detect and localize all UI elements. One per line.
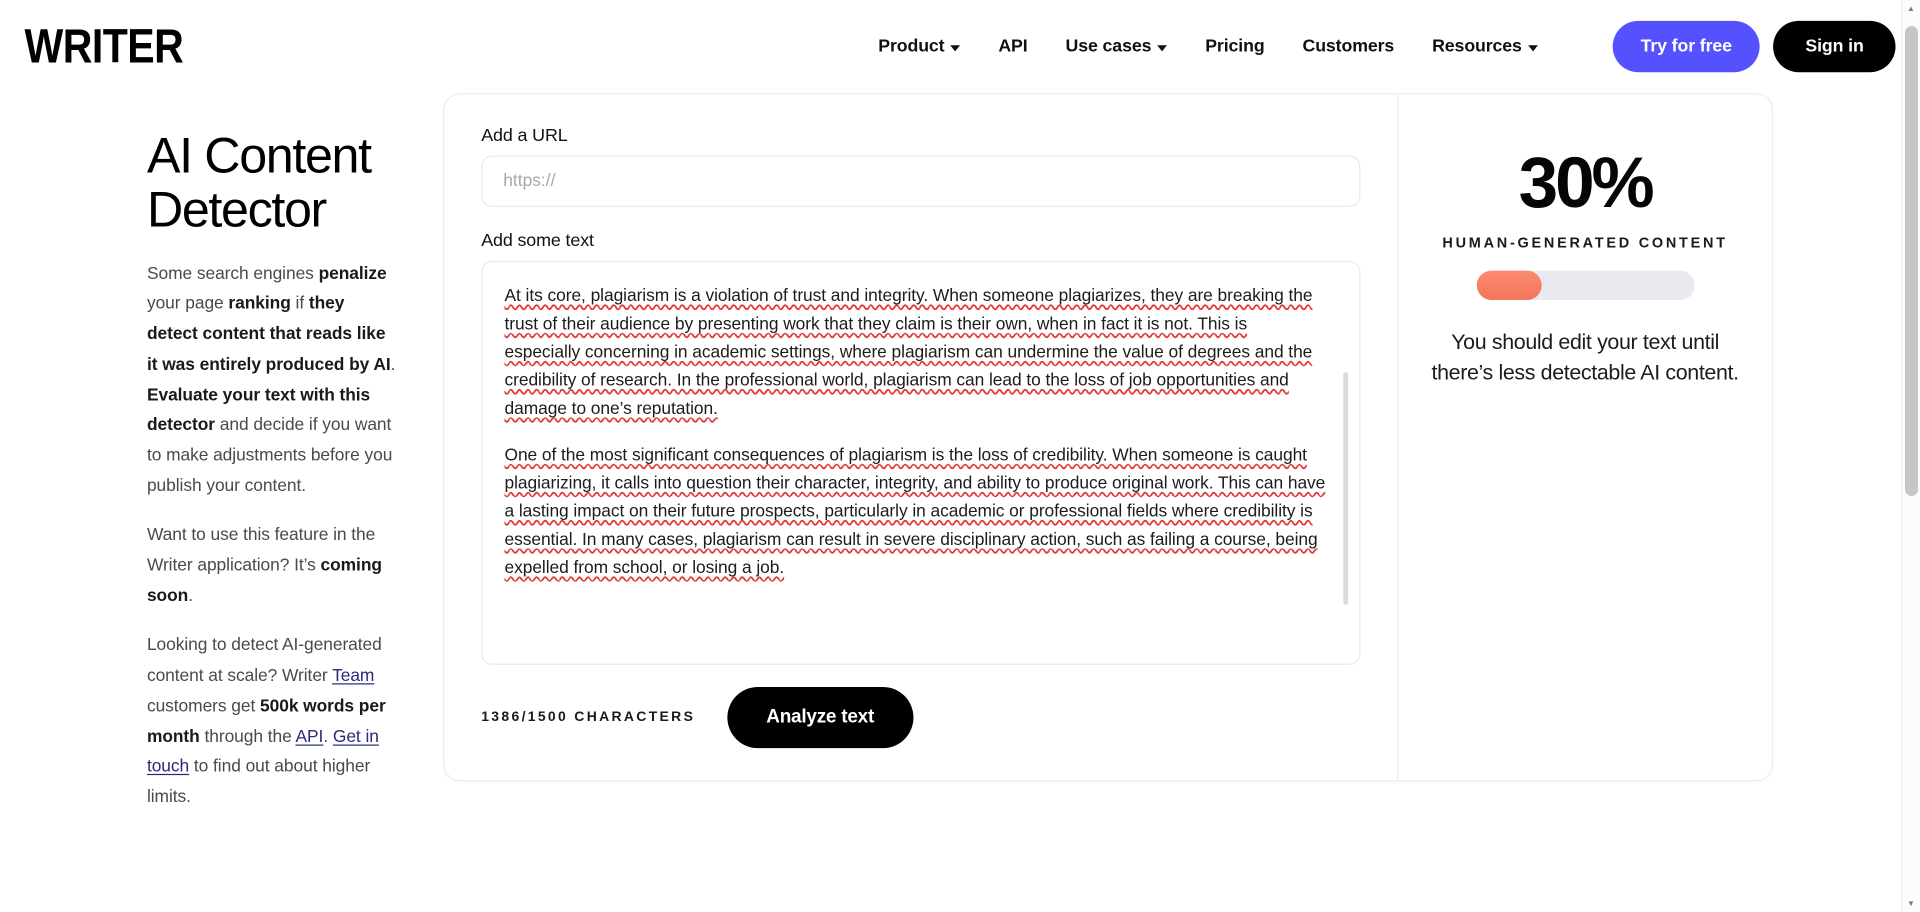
textarea-paragraph-1: At its core, plagiarism is a violation o…	[504, 283, 1327, 424]
text-fragment: .	[323, 726, 333, 747]
score-panel: 30% HUMAN-GENERATED CONTENT You should e…	[1398, 94, 1771, 780]
nav-item-pricing[interactable]: Pricing	[1205, 37, 1264, 57]
team-link[interactable]: Team	[332, 666, 374, 686]
textarea-paragraph-2: One of the most significant consequences…	[504, 442, 1327, 583]
text-input-area[interactable]: At its core, plagiarism is a violation o…	[481, 260, 1361, 665]
nav-item-resources[interactable]: Resources	[1432, 36, 1538, 57]
text-field-label: Add some text	[481, 231, 594, 252]
character-counter: 1386/1500 CHARACTERS	[481, 710, 696, 725]
nav-item-label: Resources	[1432, 36, 1522, 57]
nav-item-customers[interactable]: Customers	[1303, 37, 1395, 57]
scroll-up-arrow-icon[interactable]: ▲	[1902, 0, 1920, 17]
score-advice: You should edit your text until there’s …	[1431, 329, 1740, 384]
site-header: WRITER Product API Use cases Pricing Cus…	[0, 0, 1920, 94]
text-fragment: if	[290, 294, 309, 314]
browser-viewport: WRITER Product API Use cases Pricing Cus…	[0, 0, 1920, 912]
sign-in-button[interactable]: Sign in	[1773, 20, 1896, 73]
text-fragment: .	[390, 354, 396, 375]
text-fragment: Some search engines	[146, 264, 319, 284]
nav-item-product[interactable]: Product	[878, 36, 961, 57]
nav-item-label: API	[998, 36, 1028, 57]
spellchecked-text: At its core, plagiarism is a violation o…	[504, 286, 1313, 419]
url-field-label: Add a URL	[481, 126, 568, 146]
nav-item-label: Customers	[1302, 36, 1395, 57]
detector-card: Add a URL Add some text At its core, pla…	[443, 93, 1774, 782]
detector-footer: 1386/1500 CHARACTERS Analyze text	[481, 686, 1360, 749]
spellchecked-text: One of the most significant consequences…	[504, 445, 1326, 578]
chevron-down-icon	[1527, 44, 1538, 51]
score-value: 30%	[1518, 143, 1655, 223]
writer-logo[interactable]: WRITER	[24, 23, 183, 71]
page-title: AI Content Detector	[146, 127, 372, 238]
score-caption: HUMAN-GENERATED CONTENT	[1442, 233, 1728, 252]
chevron-down-icon	[1157, 44, 1168, 51]
text-fragment: through the	[199, 726, 296, 747]
browser-scrollbar[interactable]: ▲ ▼	[1901, 0, 1920, 912]
scrollbar-thumb[interactable]	[1905, 26, 1918, 496]
main-content: AI Content Detector Some search engines …	[0, 93, 1920, 832]
nav-item-label: Pricing	[1205, 36, 1265, 57]
analyze-text-button[interactable]: Analyze text	[727, 686, 914, 749]
text-emphasis: ranking	[228, 294, 291, 314]
detector-input-panel: Add a URL Add some text At its core, pla…	[444, 94, 1399, 781]
try-for-free-button[interactable]: Try for free	[1612, 20, 1761, 73]
chevron-down-icon	[950, 44, 961, 51]
text-fragment: your page	[146, 294, 229, 314]
text-fragment: .	[188, 586, 193, 606]
intro-paragraph-2: Want to use this feature in the Writer a…	[147, 521, 398, 612]
nav-item-use-cases[interactable]: Use cases	[1065, 36, 1168, 57]
text-input-content[interactable]: At its core, plagiarism is a violation o…	[504, 283, 1327, 647]
text-fragment: customers get	[146, 696, 261, 717]
intro-column: AI Content Detector Some search engines …	[24, 93, 428, 832]
textarea-scrollbar[interactable]	[1343, 372, 1349, 605]
score-progress-fill	[1476, 270, 1542, 301]
url-input[interactable]	[481, 155, 1361, 207]
page-root: WRITER Product API Use cases Pricing Cus…	[0, 0, 1920, 912]
score-progress-track	[1476, 270, 1695, 301]
text-emphasis: penalize	[318, 264, 387, 284]
scroll-down-arrow-icon[interactable]: ▼	[1902, 895, 1920, 912]
nav-item-label: Use cases	[1065, 36, 1152, 57]
api-link[interactable]: API	[296, 727, 324, 747]
header-actions: Try for free Sign in	[1612, 20, 1896, 73]
main-nav: Product API Use cases Pricing Customers	[878, 20, 1896, 73]
nav-item-label: Product	[878, 36, 945, 57]
intro-paragraph-1: Some search engines penalize your page r…	[147, 259, 398, 501]
nav-item-api[interactable]: API	[998, 37, 1027, 57]
intro-paragraph-3: Looking to detect AI-generated content a…	[147, 631, 398, 812]
